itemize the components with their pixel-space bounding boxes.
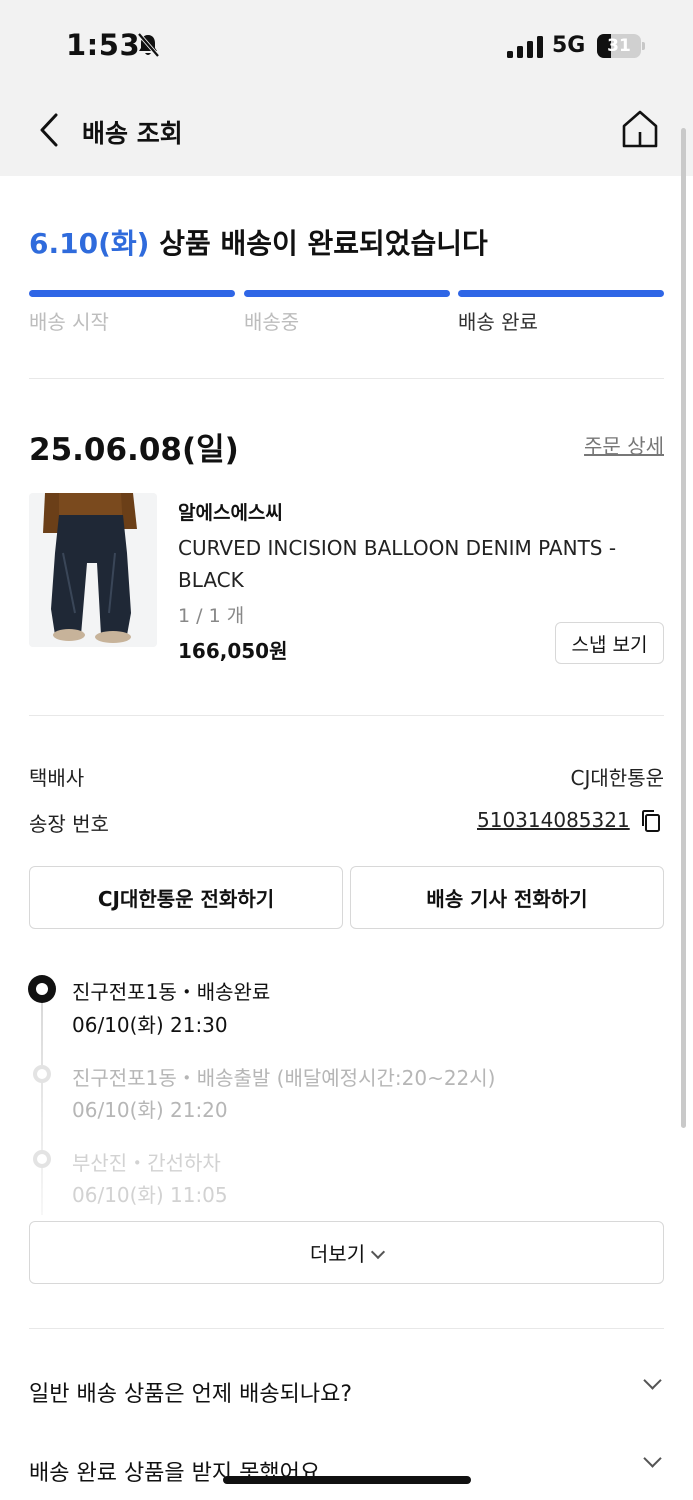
network-type: 5G xyxy=(552,33,586,58)
order-detail-link[interactable]: 주문 상세 xyxy=(584,430,664,459)
divider xyxy=(29,715,664,716)
snap-view-button[interactable]: 스냅 보기 xyxy=(555,622,664,664)
tracking-event-title: 진구전포1동・배송완료 xyxy=(72,980,271,1004)
timeline-dot xyxy=(33,1065,51,1083)
timeline-dot xyxy=(33,1150,51,1168)
home-icon[interactable] xyxy=(620,108,660,150)
tracking-event-time: 06/10(화) 21:20 xyxy=(72,1098,228,1122)
progress-step-2 xyxy=(244,290,450,297)
tracking-event-time: 06/10(화) 21:30 xyxy=(72,1013,228,1037)
chevron-down-icon[interactable] xyxy=(643,1449,662,1468)
show-more-button[interactable]: 더보기 xyxy=(29,1221,664,1284)
tracking-number[interactable]: 510314085321 xyxy=(477,808,630,832)
battery-icon: 31 xyxy=(597,34,645,58)
page-title: 배송 조회 xyxy=(82,119,183,148)
divider xyxy=(29,1328,664,1329)
step-label-in-transit: 배송중 xyxy=(244,310,300,334)
product-price: 166,050원 xyxy=(178,639,288,663)
bell-muted-icon xyxy=(137,32,160,58)
status-bar: 1:53 5G 31 xyxy=(0,0,693,88)
product-brand[interactable]: 알에스에스씨 xyxy=(178,498,283,525)
tracking-event-title: 부산진・간선하차 xyxy=(72,1151,221,1175)
battery-level: 31 xyxy=(607,36,631,56)
scrollbar[interactable] xyxy=(681,128,686,1128)
order-date: 25.06.08(일) xyxy=(29,432,239,468)
divider xyxy=(29,378,664,379)
carrier-label: 택배사 xyxy=(29,766,85,790)
tracking-event-title: 진구전포1동・배송출발 (배달예정시간:20~22시) xyxy=(72,1066,496,1090)
tracking-event-time: 06/10(화) 11:05 xyxy=(72,1183,228,1207)
call-driver-button[interactable]: 배송 기사 전화하기 xyxy=(350,866,664,929)
step-label-delivered: 배송 완료 xyxy=(458,310,538,334)
cellular-signal-icon xyxy=(507,36,543,58)
timeline-line xyxy=(41,1000,43,1215)
product-image-pants xyxy=(29,493,157,647)
faq-question[interactable]: 일반 배송 상품은 언제 배송되나요? xyxy=(29,1376,352,1408)
product-name[interactable]: CURVED INCISION BALLOON DENIM PANTS - BL… xyxy=(178,532,658,596)
product-quantity: 1 / 1 개 xyxy=(178,605,245,627)
timeline-dot-current xyxy=(28,975,56,1003)
chevron-down-icon xyxy=(371,1244,386,1260)
chevron-left-icon[interactable] xyxy=(36,112,62,148)
app-header: 배송 조회 xyxy=(0,88,693,176)
progress-step-3 xyxy=(458,290,664,297)
status-time: 1:53 xyxy=(66,28,141,62)
carrier-value: CJ대한통운 xyxy=(570,766,664,790)
chevron-down-icon[interactable] xyxy=(643,1371,662,1390)
copy-icon[interactable] xyxy=(640,809,662,833)
step-label-start: 배송 시작 xyxy=(29,310,109,334)
delivery-status-headline: 6.10(화) 상품 배송이 완료되었습니다 xyxy=(29,222,488,262)
home-indicator xyxy=(223,1476,471,1484)
show-more-label: 더보기 xyxy=(309,1242,366,1266)
tracking-number-label: 송장 번호 xyxy=(29,812,109,836)
delivery-message: 상품 배송이 완료되었습니다 xyxy=(149,227,488,260)
product-image[interactable] xyxy=(29,493,157,647)
progress-step-1 xyxy=(29,290,235,297)
call-carrier-button[interactable]: CJ대한통운 전화하기 xyxy=(29,866,343,929)
delivery-date: 6.10(화) xyxy=(29,227,150,260)
